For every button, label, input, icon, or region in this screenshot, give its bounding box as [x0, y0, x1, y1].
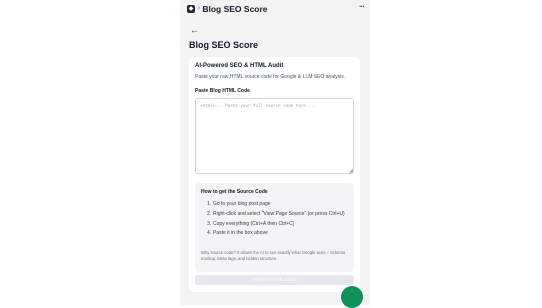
step-number: 2.: [207, 210, 212, 217]
app-logo-icon[interactable]: ◆: [187, 4, 195, 13]
analyze-button[interactable]: Analyze HTML Code: [195, 275, 354, 285]
source-code-help-box: How to get the Source Code 1. Go to your…: [195, 183, 354, 272]
step-text: Paste it in the box above: [213, 230, 268, 237]
step-number: 1.: [207, 201, 212, 207]
step-text: Go to your blog post page: [213, 201, 271, 207]
list-item: 2. Right-click and select "View Page Sou…: [201, 211, 349, 217]
html-code-label: Paste Blog HTML Code: [195, 88, 250, 94]
audit-title: AI-Powered SEO & HTML Audit: [195, 63, 284, 69]
help-title: How to get the Source Code: [201, 189, 268, 195]
step-text: Right-click and select "View Page Source…: [213, 210, 345, 217]
help-steps-list: 1. Go to your blog post page 2. Right-cl…: [201, 201, 349, 240]
page-title: Blog SEO Score: [189, 40, 259, 50]
audit-card: AI-Powered SEO & HTML Audit Paste your r…: [189, 57, 360, 292]
audit-description: Paste your raw HTML source code for Goog…: [195, 74, 346, 80]
list-item: 3. Copy everything (Ctrl+A then Ctrl+C): [201, 221, 349, 227]
step-number: 3.: [207, 220, 212, 227]
list-item: 1. Go to your blog post page: [201, 201, 349, 207]
help-note: Why source code? It allows the AI to see…: [201, 250, 346, 261]
breadcrumb-separator: ›: [198, 5, 201, 12]
app-title: Blog SEO Score: [202, 3, 268, 14]
more-options-icon[interactable]: ···: [359, 2, 365, 11]
top-bar: ◆ › Blog SEO Score ···: [185, 0, 370, 17]
resize-handle-icon[interactable]: ◢: [349, 169, 353, 174]
step-text: Copy everything (Ctrl+A then Ctrl+C): [213, 220, 295, 227]
list-item: 4. Paste it in the box above: [201, 230, 349, 236]
back-arrow-icon[interactable]: ←: [190, 25, 199, 35]
html-code-input[interactable]: [195, 98, 354, 174]
step-number: 4.: [207, 230, 212, 237]
